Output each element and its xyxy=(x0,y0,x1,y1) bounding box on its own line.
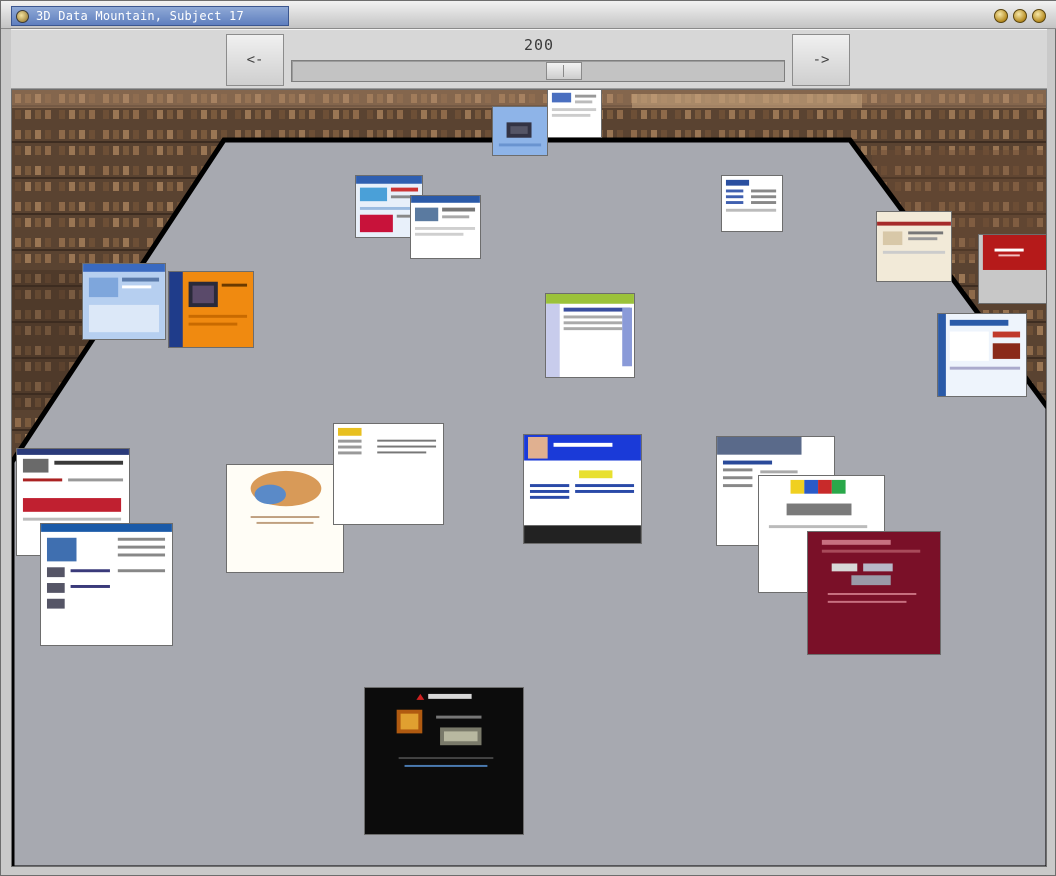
window-title-tab[interactable]: 3D Data Mountain, Subject 17 xyxy=(11,6,289,26)
webpage-thumbnail[interactable] xyxy=(547,90,602,138)
webpage-thumbnail[interactable] xyxy=(333,423,444,525)
webpage-thumbnail[interactable] xyxy=(876,211,952,282)
toolbar: <- 200 -> xyxy=(11,29,1047,89)
webpage-thumbnail[interactable] xyxy=(410,195,481,259)
webpage-thumbnail[interactable] xyxy=(364,687,524,835)
webpage-thumbnail[interactable] xyxy=(523,434,642,544)
webpage-thumbnail[interactable] xyxy=(937,313,1027,397)
slider-thumb[interactable] xyxy=(546,62,582,80)
history-slider[interactable] xyxy=(291,60,785,82)
webpage-thumbnail[interactable] xyxy=(545,293,635,378)
minimize-icon[interactable] xyxy=(994,9,1008,23)
webpage-thumbnail[interactable] xyxy=(807,531,941,655)
webpage-thumbnail[interactable] xyxy=(721,175,783,232)
app-window: 3D Data Mountain, Subject 17 <- 200 -> xyxy=(0,0,1056,876)
maximize-icon[interactable] xyxy=(1013,9,1027,23)
webpage-thumbnail[interactable] xyxy=(168,271,254,348)
slider-value: 200 xyxy=(523,36,555,54)
webpage-thumbnail[interactable] xyxy=(978,234,1046,304)
webpage-thumbnail[interactable] xyxy=(40,523,173,646)
webpage-thumbnail[interactable] xyxy=(82,263,166,340)
data-mountain-viewport[interactable] xyxy=(11,89,1047,867)
webpage-thumbnail[interactable] xyxy=(492,106,548,156)
window-title: 3D Data Mountain, Subject 17 xyxy=(36,9,244,23)
next-button[interactable]: -> xyxy=(792,34,850,86)
app-icon[interactable] xyxy=(16,10,29,23)
webpage-thumbnail[interactable] xyxy=(226,464,344,573)
close-icon[interactable] xyxy=(1032,9,1046,23)
title-bar[interactable]: 3D Data Mountain, Subject 17 xyxy=(1,1,1056,29)
previous-button[interactable]: <- xyxy=(226,34,284,86)
